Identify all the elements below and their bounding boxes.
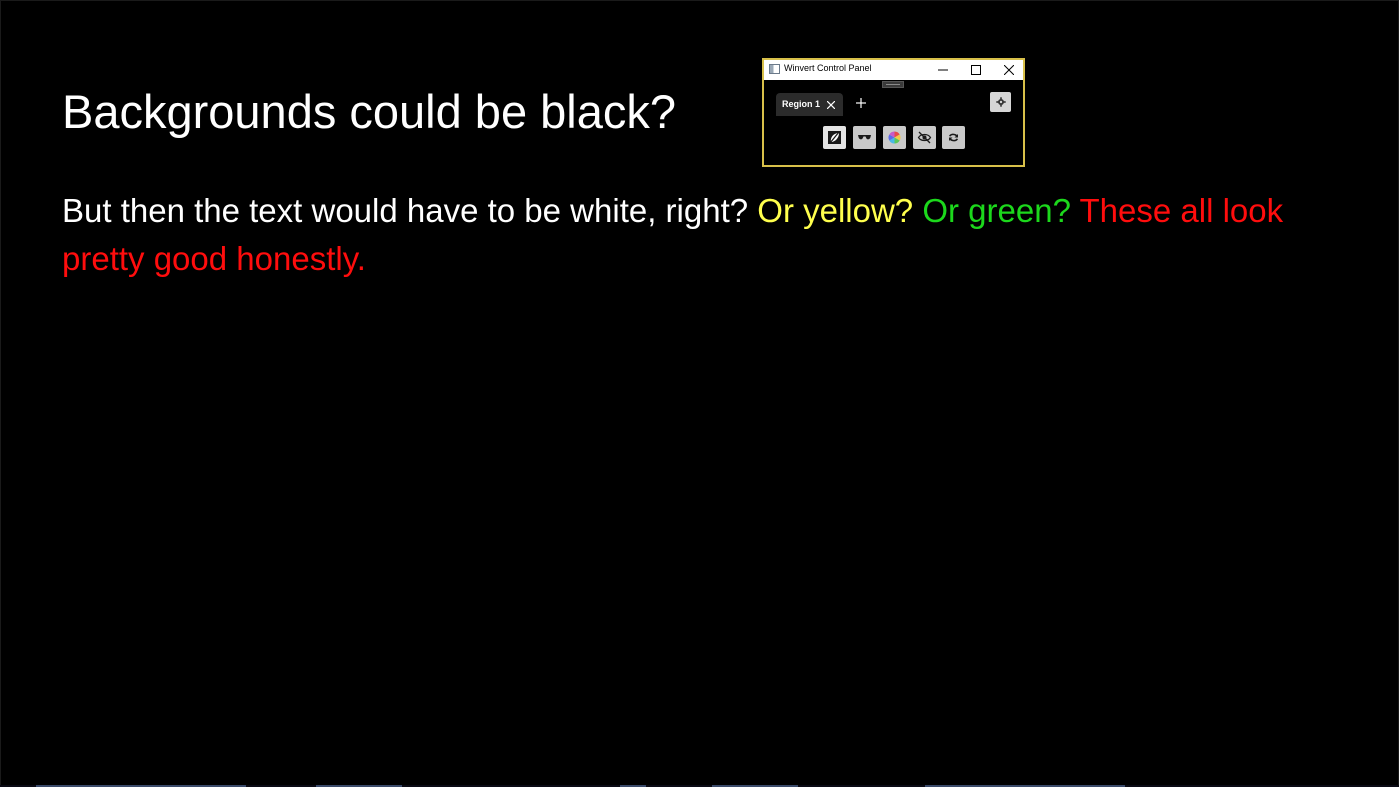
body-text-yellow: Or yellow? (757, 192, 923, 229)
slide-title: Backgrounds could be black? (62, 85, 677, 138)
window-titlebar[interactable]: Winvert Control Panel (764, 60, 1023, 80)
maximize-icon (970, 65, 981, 75)
dark-mode-button[interactable] (853, 126, 876, 149)
slide-body: But then the text would have to be white… (62, 187, 1332, 283)
tab-region-1[interactable]: Region 1 (776, 93, 843, 116)
invert-button[interactable] (823, 126, 846, 149)
close-icon (826, 100, 835, 109)
close-button[interactable] (992, 60, 1025, 80)
tab-label: Region 1 (782, 99, 821, 109)
plus-icon (856, 98, 866, 108)
settings-button[interactable] (990, 92, 1011, 112)
hide-button[interactable] (913, 126, 936, 149)
close-icon (1003, 65, 1014, 75)
eye-hidden-icon (917, 131, 932, 144)
add-tab-button[interactable] (854, 96, 868, 110)
color-filter-button[interactable] (883, 126, 906, 149)
invert-icon (828, 131, 841, 144)
winvert-control-panel-window: Winvert Control Panel Region 1 (762, 58, 1025, 167)
swap-button[interactable] (942, 126, 965, 149)
sunglasses-icon (858, 135, 871, 140)
minimize-icon (937, 69, 948, 71)
app-icon (769, 64, 780, 74)
maximize-button[interactable] (959, 60, 992, 80)
body-text-white: But then the text would have to be white… (62, 192, 758, 229)
drag-handle[interactable] (882, 81, 904, 88)
minimize-button[interactable] (926, 60, 959, 80)
color-wheel-icon (888, 131, 901, 144)
window-title: Winvert Control Panel (784, 63, 872, 73)
tab-close-button[interactable] (825, 99, 836, 110)
body-text-green: Or green? (922, 192, 1080, 229)
gear-icon (995, 97, 1006, 107)
swap-arrows-icon (949, 133, 958, 142)
